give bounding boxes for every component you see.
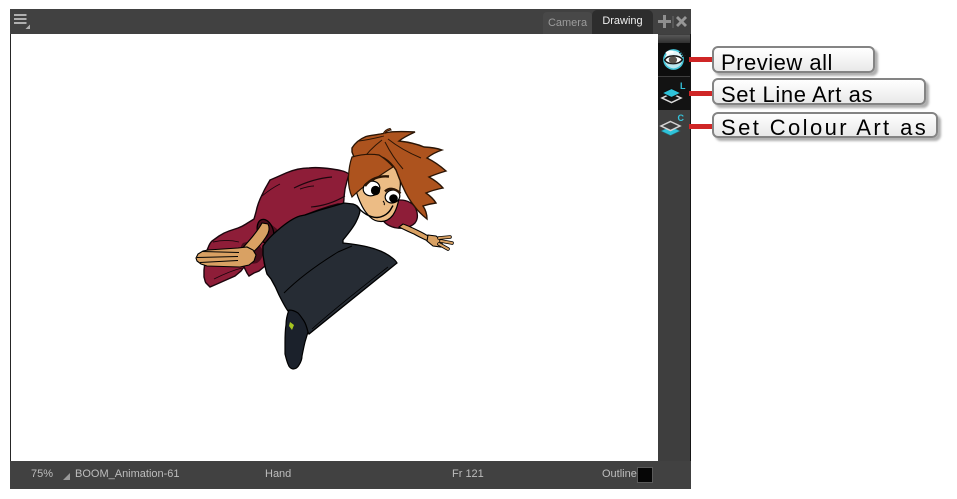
- svg-text:C: C: [678, 113, 685, 123]
- svg-text:L: L: [680, 81, 686, 91]
